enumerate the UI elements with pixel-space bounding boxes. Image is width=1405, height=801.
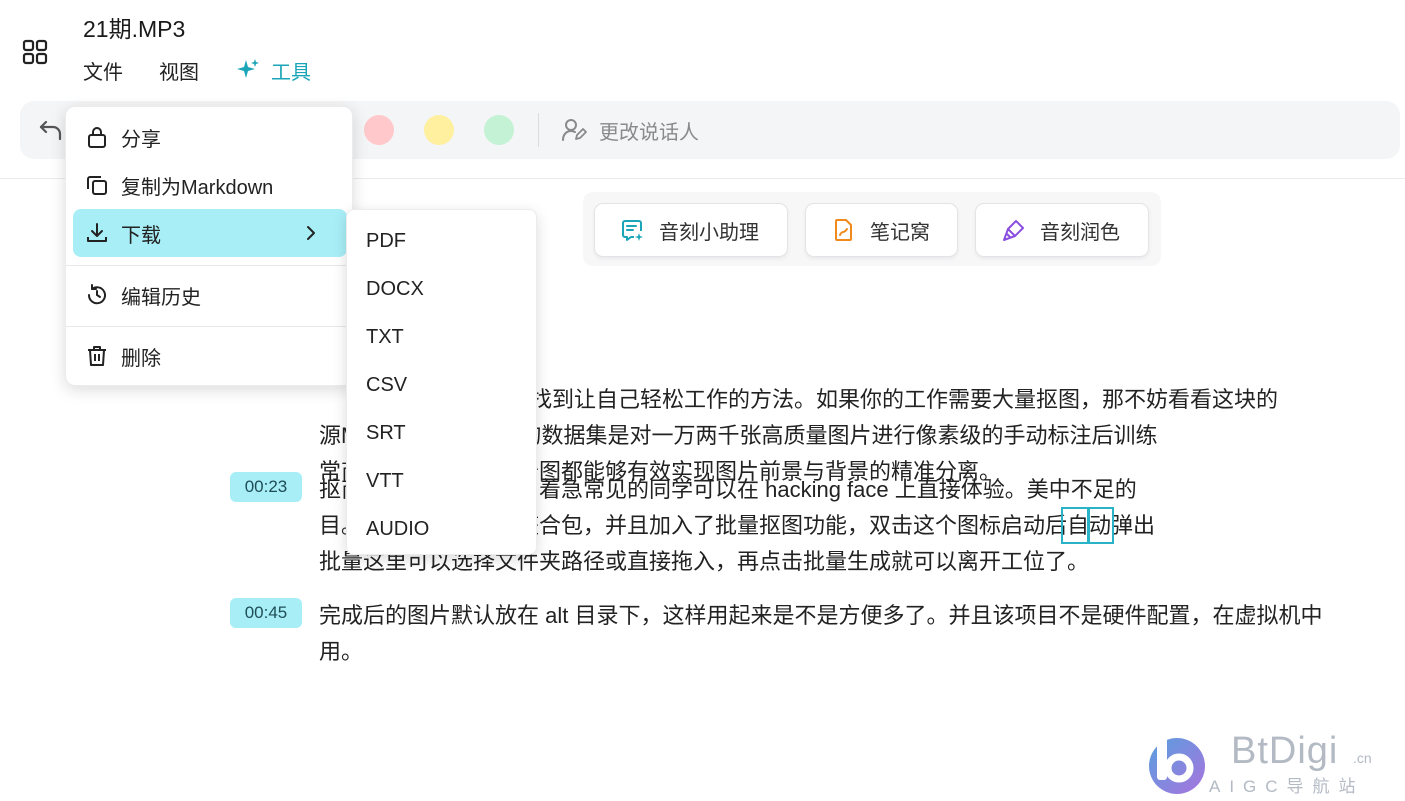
watermark-suffix: .cn — [1353, 750, 1372, 766]
download-vtt[interactable]: VTT — [347, 457, 536, 505]
menu-item-label: 编辑历史 — [121, 286, 201, 309]
text-line: 用。 — [319, 639, 364, 664]
timestamp-badge[interactable]: 00:23 — [230, 472, 302, 502]
history-icon — [87, 284, 106, 305]
download-icon — [87, 223, 107, 242]
menu-item-download[interactable]: 下载 — [73, 209, 347, 257]
text-line: 完成后的图片默认放在 alt 目录下，这样用起来是不是方便多了。并且该项目不是硬… — [319, 603, 1323, 628]
menu-divider — [66, 326, 352, 327]
menu-item-delete[interactable]: 删除 — [73, 332, 347, 380]
menu-item-copy-markdown[interactable]: 复制为Markdown — [73, 161, 347, 209]
download-srt[interactable]: SRT — [347, 409, 536, 457]
menu-item-label: 下载 — [121, 224, 161, 247]
menu-item-label: 删除 — [121, 347, 161, 370]
menu-item-label: 分享 — [121, 128, 161, 151]
watermark-word: BtDigi — [1231, 730, 1339, 772]
chevron-right-icon — [307, 226, 315, 240]
menu-item-label: 复制为Markdown — [121, 176, 274, 199]
download-submenu: PDF DOCX TXT CSV SRT VTT AUDIO — [346, 209, 537, 555]
copy-icon — [87, 176, 107, 195]
trash-icon — [88, 346, 106, 366]
menu-item-edit-history[interactable]: 编辑历史 — [73, 271, 347, 319]
download-csv[interactable]: CSV — [347, 361, 536, 409]
watermark-logo: BtDigi .cn AIGC导航站 — [1143, 728, 1405, 798]
download-docx[interactable]: DOCX — [347, 265, 536, 313]
download-audio[interactable]: AUDIO — [347, 505, 536, 553]
watermark-subtitle: AIGC导航站 — [1209, 777, 1365, 796]
btdigi-logo-icon — [1149, 734, 1205, 794]
download-pdf[interactable]: PDF — [347, 217, 536, 265]
timestamp-badge[interactable]: 00:45 — [230, 598, 302, 628]
menu-item-share[interactable]: 分享 — [73, 113, 347, 161]
tools-dropdown-menu: 分享 复制为Markdown 下载 编辑历史 删除 — [65, 106, 353, 386]
text-cursor-selection — [1061, 507, 1114, 544]
paragraph-text[interactable]: 完成后的图片默认放在 alt 目录下，这样用起来是不是方便多了。并且该项目不是硬… — [319, 598, 1322, 670]
download-txt[interactable]: TXT — [347, 313, 536, 361]
menu-divider — [66, 265, 352, 266]
lock-icon — [88, 127, 106, 148]
